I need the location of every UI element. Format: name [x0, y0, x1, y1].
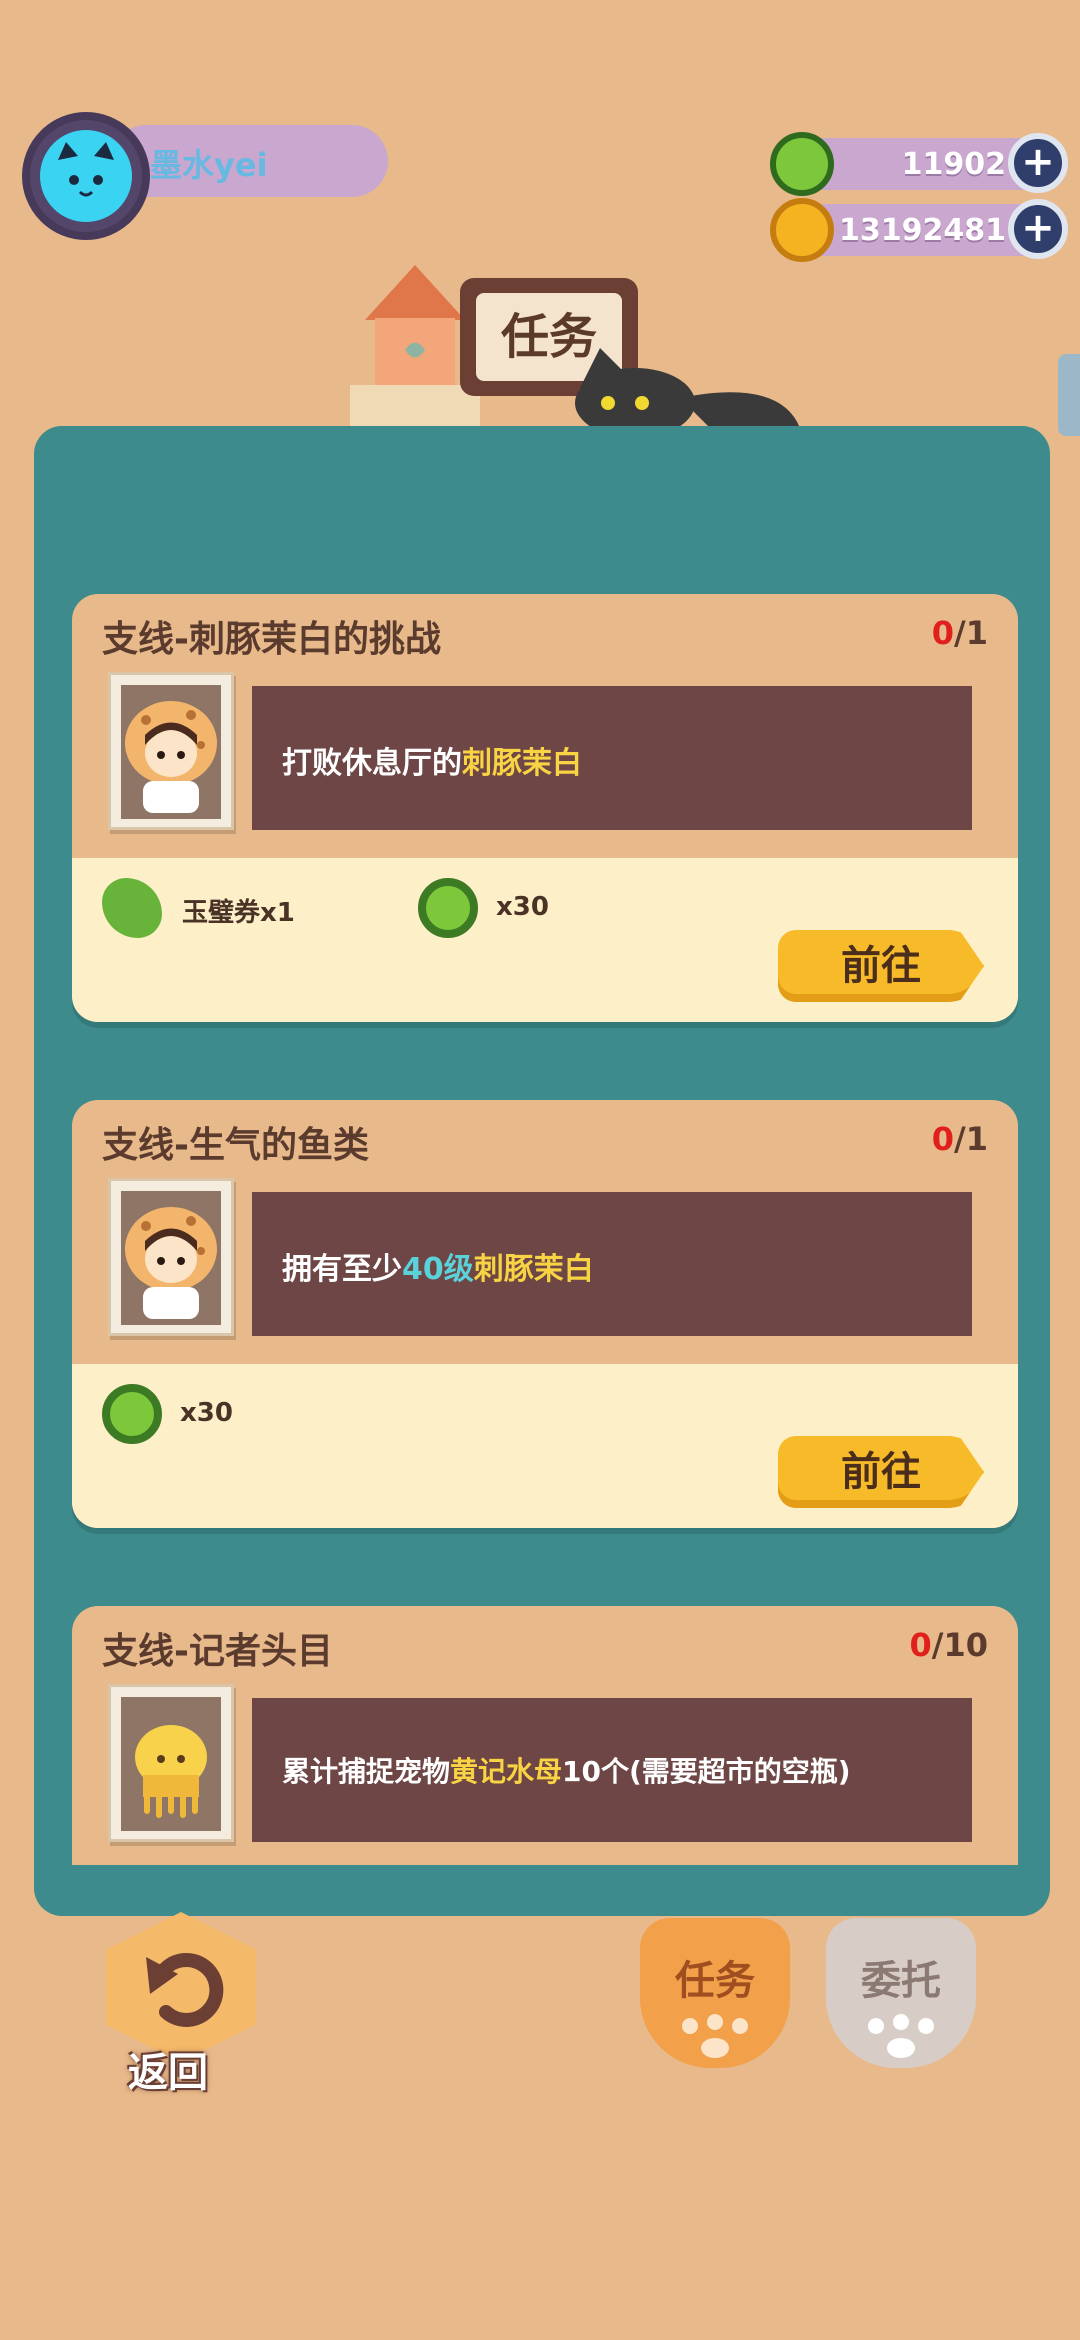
- add-jade-button[interactable]: +: [1008, 133, 1068, 193]
- quest-portrait: [108, 1178, 234, 1336]
- quest-portrait: [108, 1684, 234, 1842]
- quest-title: 支线-刺豚茉白的挑战: [102, 619, 441, 660]
- quest-progress: 0/1: [931, 614, 988, 652]
- go-button[interactable]: 前往: [778, 930, 984, 1002]
- pufferfish-girl-icon: [125, 701, 217, 813]
- quest-description: 累计捕捉宠物黄记水母10个(需要超市的空瓶): [252, 1698, 972, 1842]
- quest-progress: 0/10: [909, 1626, 988, 1664]
- quest-list[interactable]: 支线-刺豚茉白的挑战 0/1 打败休息厅的刺豚茉白 玉璧券x1 x30 前往 支…: [72, 590, 1018, 1865]
- reward-label: 玉璧券x1: [182, 898, 295, 928]
- quest-title: 支线-记者头目: [102, 1631, 333, 1672]
- side-drawer-tab[interactable]: [1058, 354, 1080, 436]
- tab-tasks[interactable]: 任务: [640, 1918, 790, 2068]
- quest-card: 支线-生气的鱼类 0/1 拥有至少40级刺豚茉白 x30 前往: [72, 1100, 1018, 1528]
- quest-description: 打败休息厅的刺豚茉白: [252, 686, 972, 830]
- player-name: 墨水yei: [150, 146, 268, 184]
- quest-card: 支线-记者头目 0/10 累计捕捉宠物黄记水母10个(需要超市的空瓶): [72, 1606, 1018, 1865]
- reward-label: x30: [180, 1398, 233, 1428]
- quest-title: 支线-生气的鱼类: [102, 1125, 369, 1166]
- quest-progress: 0/1: [931, 1120, 988, 1158]
- gold-currency-value: 13192481: [839, 213, 1006, 248]
- paw-icon: [868, 2014, 934, 2058]
- quest-description: 拥有至少40级刺豚茉白: [252, 1192, 972, 1336]
- back-label: 返回: [128, 2050, 208, 2096]
- paw-icon: [682, 2014, 748, 2058]
- reward-area: x30 前往: [72, 1364, 1018, 1528]
- tab-commissions[interactable]: 委托: [826, 1918, 976, 2068]
- go-button[interactable]: 前往: [778, 1436, 984, 1508]
- quest-card: 支线-刺豚茉白的挑战 0/1 打败休息厅的刺豚茉白 玉璧券x1 x30 前往: [72, 594, 1018, 1022]
- avatar[interactable]: [40, 130, 132, 222]
- cat-face-icon: [58, 142, 114, 197]
- reward-area: 玉璧券x1 x30 前往: [72, 858, 1018, 1022]
- pufferfish-girl-icon: [125, 1207, 217, 1319]
- jade-coin-icon: [102, 1384, 162, 1444]
- jade-ticket-icon: [102, 878, 162, 938]
- jellyfish-icon: [135, 1725, 207, 1818]
- jade-coin-icon: [418, 878, 478, 938]
- add-gold-button[interactable]: +: [1008, 199, 1068, 259]
- jade-currency-value: 11902: [901, 147, 1006, 182]
- reward-label: x30: [496, 892, 549, 922]
- quest-portrait: [108, 672, 234, 830]
